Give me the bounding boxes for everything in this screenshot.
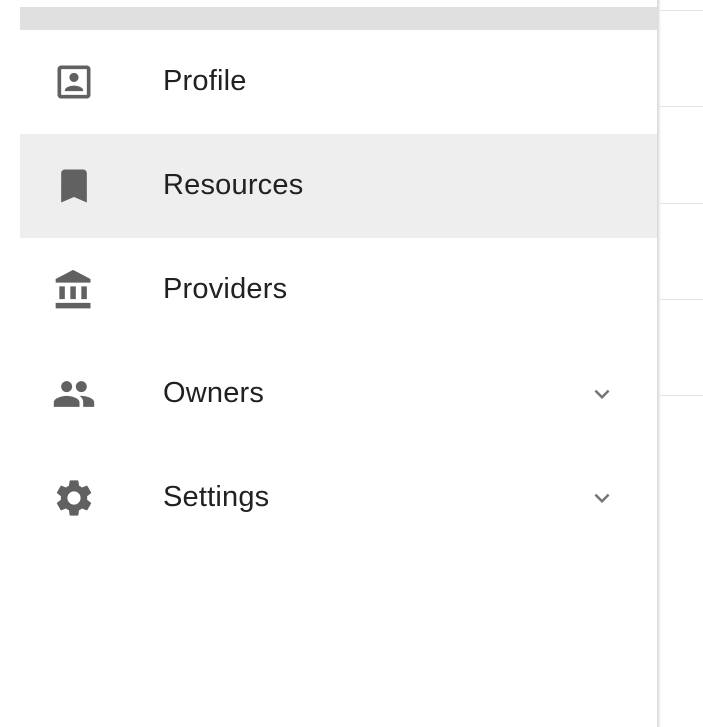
drawer-header-bar [20, 7, 657, 30]
nav-item-settings[interactable]: Settings [20, 446, 657, 550]
background-divider [659, 299, 703, 300]
page: Profile Resources Providers Owners Setti… [0, 0, 703, 727]
gear-icon [52, 476, 96, 520]
bank-icon [52, 268, 96, 312]
nav-item-owners[interactable]: Owners [20, 342, 657, 446]
nav-item-label: Owners [163, 376, 265, 409]
nav-list: Profile Resources Providers Owners Setti… [20, 30, 657, 550]
nav-item-label: Resources [163, 168, 304, 201]
background-divider [659, 203, 703, 204]
nav-item-providers[interactable]: Providers [20, 238, 657, 342]
chevron-down-icon[interactable] [587, 379, 617, 409]
nav-item-resources[interactable]: Resources [20, 134, 657, 238]
nav-item-label: Providers [163, 272, 288, 305]
people-icon [52, 372, 96, 416]
nav-item-profile[interactable]: Profile [20, 30, 657, 134]
nav-item-label: Settings [163, 480, 270, 513]
nav-item-label: Profile [163, 64, 247, 97]
navigation-drawer: Profile Resources Providers Owners Setti… [20, 0, 657, 727]
chevron-down-icon[interactable] [587, 483, 617, 513]
bookmark-icon [52, 164, 96, 208]
background-divider [659, 10, 703, 11]
background-content [659, 0, 703, 727]
account-box-icon [52, 60, 96, 104]
background-divider [659, 395, 703, 396]
background-divider [659, 106, 703, 107]
drawer-shadow [657, 0, 661, 727]
